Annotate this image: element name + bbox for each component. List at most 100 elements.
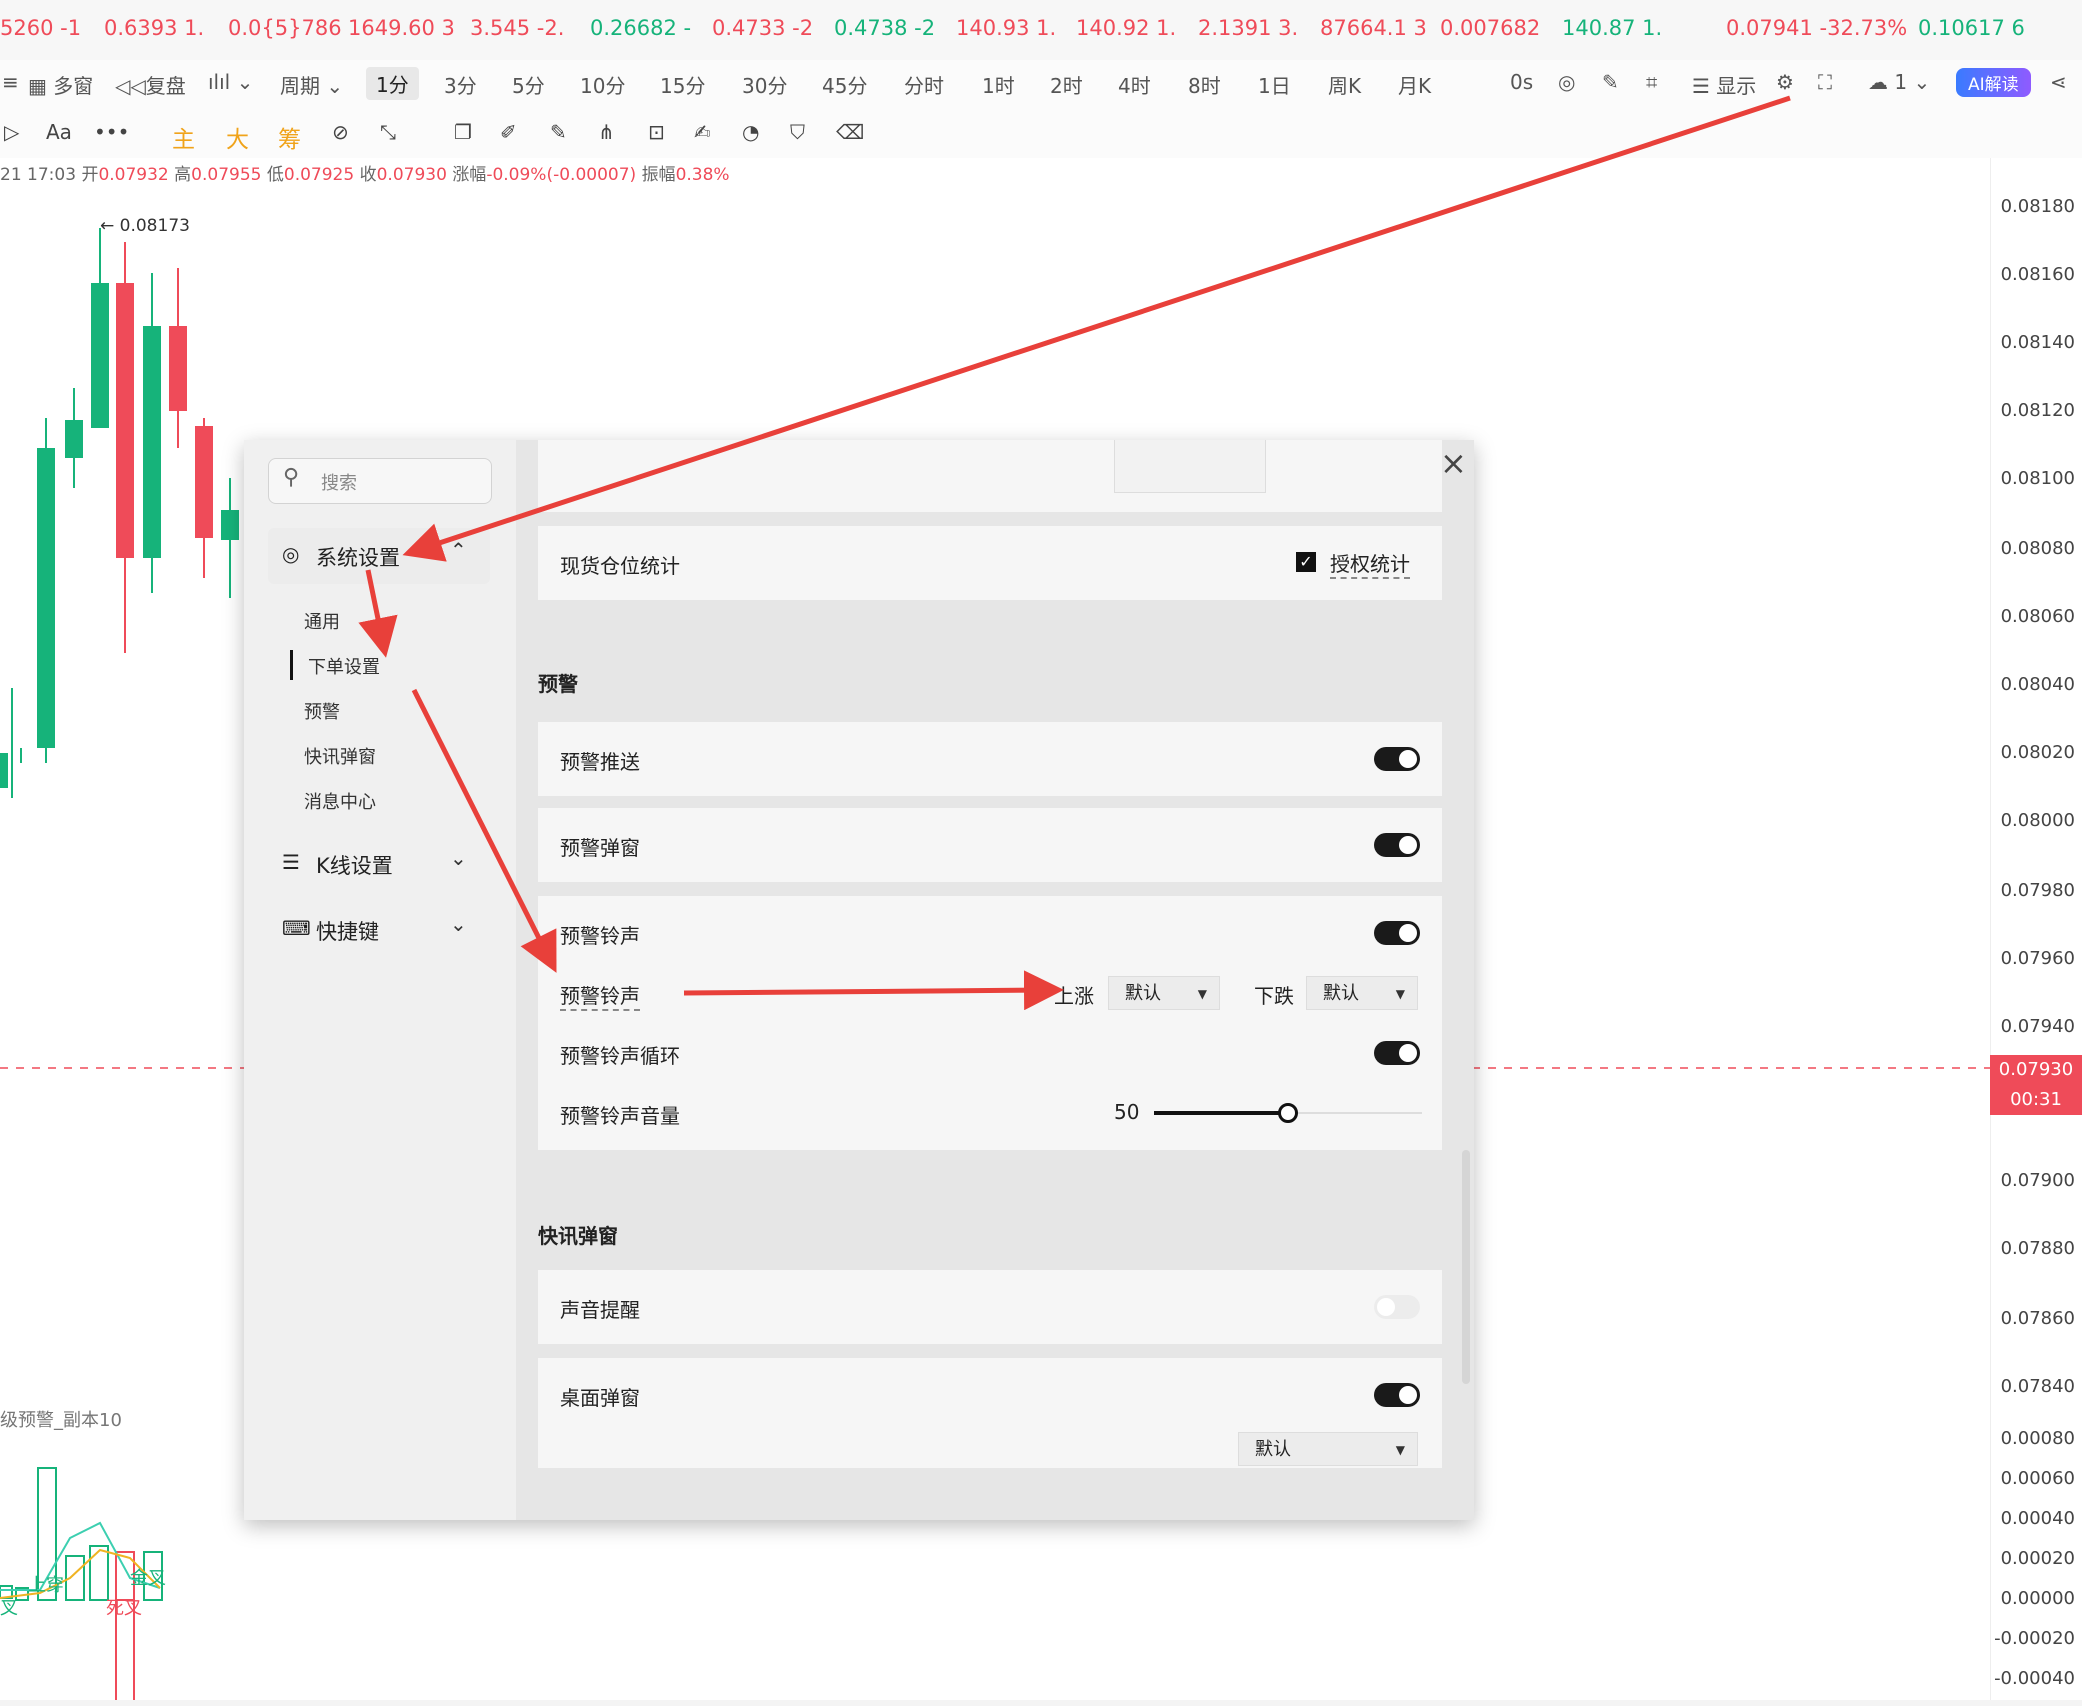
- period-button[interactable]: 4时: [1118, 70, 1151, 99]
- volume-slider-handle[interactable]: [1278, 1103, 1298, 1123]
- ticker-item[interactable]: 2.1391 3.: [1198, 16, 1298, 40]
- fall-sound-dropdown[interactable]: 默认 ▼: [1306, 976, 1418, 1010]
- magnet-icon[interactable]: ⋔: [598, 120, 615, 144]
- sidebar-item-general[interactable]: 通用: [304, 608, 340, 634]
- scrollbar-thumb[interactable]: [1462, 1150, 1470, 1384]
- lock-icon[interactable]: ⊡: [648, 120, 665, 144]
- ticker-item[interactable]: 140.87 1.: [1562, 16, 1662, 40]
- period-button[interactable]: 10分: [580, 70, 625, 99]
- sidebar-group-shortcuts[interactable]: ⌨ 快捷键 ⌄: [268, 906, 490, 954]
- period-dropdown[interactable]: 周期 ⌄: [280, 70, 343, 99]
- period-button[interactable]: 1分: [366, 67, 419, 100]
- crop-icon[interactable]: ⌗: [1646, 70, 1657, 94]
- alert-volume-label: 预警铃声音量: [560, 1104, 680, 1128]
- period-button[interactable]: 分时: [904, 70, 944, 99]
- period-button[interactable]: 5分: [512, 70, 545, 99]
- ticker-item[interactable]: 0.6393 1.: [104, 16, 204, 40]
- close-icon[interactable]: ×: [1440, 444, 1467, 482]
- period-button[interactable]: 周K: [1328, 70, 1361, 99]
- ticker-item[interactable]: 5260 -1: [0, 16, 81, 40]
- ticker-item[interactable]: 87664.1 3: [1320, 16, 1427, 40]
- more-tools-button[interactable]: •••: [94, 120, 129, 144]
- copy-icon[interactable]: ❐: [454, 120, 472, 144]
- sidebar-item-alert[interactable]: 预警: [304, 698, 340, 724]
- edit-icon[interactable]: ✍: [694, 120, 711, 144]
- ticker-item[interactable]: 0.26682 -: [590, 16, 691, 40]
- ticker-item[interactable]: 0.007682: [1440, 16, 1540, 40]
- chart-type-button[interactable]: ılıl ⌄: [208, 70, 253, 94]
- auth-stats-checkbox[interactable]: ✓: [1296, 552, 1316, 572]
- axis-tick-label: 0.08060: [2000, 606, 2075, 627]
- ticker-item[interactable]: 1649.60 3: [348, 16, 455, 40]
- ticker-item[interactable]: 0.4738 -2: [834, 16, 935, 40]
- brush-icon[interactable]: ✎: [550, 120, 567, 144]
- desktop-popup-dropdown[interactable]: 默认 ▼: [1238, 1432, 1418, 1466]
- ticker-item[interactable]: 140.92 1.: [1076, 16, 1176, 40]
- big-order-button[interactable]: 大: [226, 120, 249, 154]
- trash-icon[interactable]: ⌫: [836, 120, 864, 144]
- period-button[interactable]: 月K: [1398, 70, 1431, 99]
- period-button[interactable]: 3分: [444, 70, 477, 99]
- price-axis[interactable]: 0.08180 0.08160 0.08140 0.08120 0.08100 0.080…: [1990, 158, 2082, 1700]
- sound-remind-toggle[interactable]: [1374, 1295, 1420, 1319]
- period-button[interactable]: 8时: [1188, 70, 1221, 99]
- settings-dialog: ⚲ 搜索 ◎ 系统设置 ⌃ 通用 下单设置 预警 快讯弹窗 消息中心 ☰ K线设…: [244, 440, 1474, 1520]
- ticker-item[interactable]: 0.07941 -32.73%: [1726, 16, 1907, 40]
- indicator-icon[interactable]: ⊘: [332, 120, 349, 144]
- text-tool-button[interactable]: Aa: [46, 120, 72, 144]
- ticker-item[interactable]: 0.10617 6: [1918, 16, 2025, 40]
- settings-gear-icon: ◎: [282, 542, 300, 566]
- multi-window-button[interactable]: ▦ 多窗: [28, 70, 93, 99]
- period-button[interactable]: 45分: [822, 70, 867, 99]
- display-button[interactable]: ☰ 显示: [1692, 70, 1756, 99]
- chip-button[interactable]: 筹: [278, 120, 301, 154]
- measure-icon[interactable]: ⤡: [380, 120, 396, 144]
- ai-interpret-button[interactable]: AI解读: [1956, 68, 2031, 97]
- sidebar-item-message-center[interactable]: 消息中心: [304, 788, 376, 814]
- alert-popup-toggle[interactable]: [1374, 833, 1420, 857]
- alert-sound-toggle[interactable]: [1374, 921, 1420, 945]
- rise-sound-dropdown[interactable]: 默认 ▼: [1108, 976, 1220, 1010]
- fullscreen-icon[interactable]: ⛶: [1818, 70, 1832, 94]
- camera-icon[interactable]: ◎: [1558, 70, 1575, 94]
- alert-push-card: 预警推送: [538, 722, 1442, 796]
- sidebar-item-news-popup[interactable]: 快讯弹窗: [304, 743, 376, 769]
- settings-gear-icon[interactable]: ⚙: [1776, 70, 1794, 94]
- alert-section-title: 预警: [538, 672, 578, 696]
- high-price-label: ← 0.08173: [100, 216, 190, 236]
- sidebar-group-system-settings[interactable]: ◎ 系统设置 ⌃: [268, 528, 490, 584]
- list-icon: ☰: [1692, 74, 1710, 98]
- desktop-popup-toggle[interactable]: [1374, 1383, 1420, 1407]
- axis-tick-label: 0.07940: [2000, 1016, 2075, 1037]
- period-button[interactable]: 2时: [1050, 70, 1083, 99]
- grid-icon: ▦: [28, 74, 47, 98]
- period-label: 周期: [280, 74, 320, 98]
- share-icon[interactable]: ⋖: [2050, 70, 2067, 94]
- ticker-item[interactable]: 0.0{5}786: [228, 16, 342, 40]
- main-indicator-button[interactable]: 主: [172, 120, 195, 154]
- cloud-button[interactable]: ☁ 1 ⌄: [1868, 70, 1930, 94]
- period-button[interactable]: 15分: [660, 70, 705, 99]
- ticker-item[interactable]: 0.4733 -2: [712, 16, 813, 40]
- ruler-icon[interactable]: ✐: [500, 120, 517, 144]
- period-button[interactable]: 1时: [982, 70, 1015, 99]
- sidebar-group-kline-settings[interactable]: ☰ K线设置 ⌄: [268, 840, 490, 888]
- cursor-icon[interactable]: ▷: [4, 120, 19, 144]
- pencil-icon[interactable]: ✎: [1602, 70, 1619, 94]
- search-input[interactable]: 搜索: [321, 469, 357, 495]
- period-button[interactable]: 1日: [1258, 70, 1291, 99]
- alert-loop-toggle[interactable]: [1374, 1041, 1420, 1065]
- axis-tick-label: 0.08040: [2000, 674, 2075, 695]
- filter-icon[interactable]: ⛉: [790, 120, 805, 144]
- period-button[interactable]: 30分: [742, 70, 787, 99]
- replay-button[interactable]: ◁◁复盘: [115, 70, 186, 99]
- ticker-item[interactable]: 3.545 -2.: [470, 16, 564, 40]
- partial-dropdown[interactable]: [1114, 440, 1266, 493]
- sidebar-item-order-settings[interactable]: 下单设置: [308, 653, 380, 679]
- eye-icon[interactable]: ◔: [742, 120, 759, 144]
- indicator-name: 级预警_副本10: [0, 1410, 122, 1431]
- ticker-item[interactable]: 140.93 1.: [956, 16, 1056, 40]
- alert-push-toggle[interactable]: [1374, 747, 1420, 771]
- shortcuts-label: 快捷键: [316, 920, 379, 944]
- settings-search-box[interactable]: ⚲ 搜索: [268, 458, 492, 504]
